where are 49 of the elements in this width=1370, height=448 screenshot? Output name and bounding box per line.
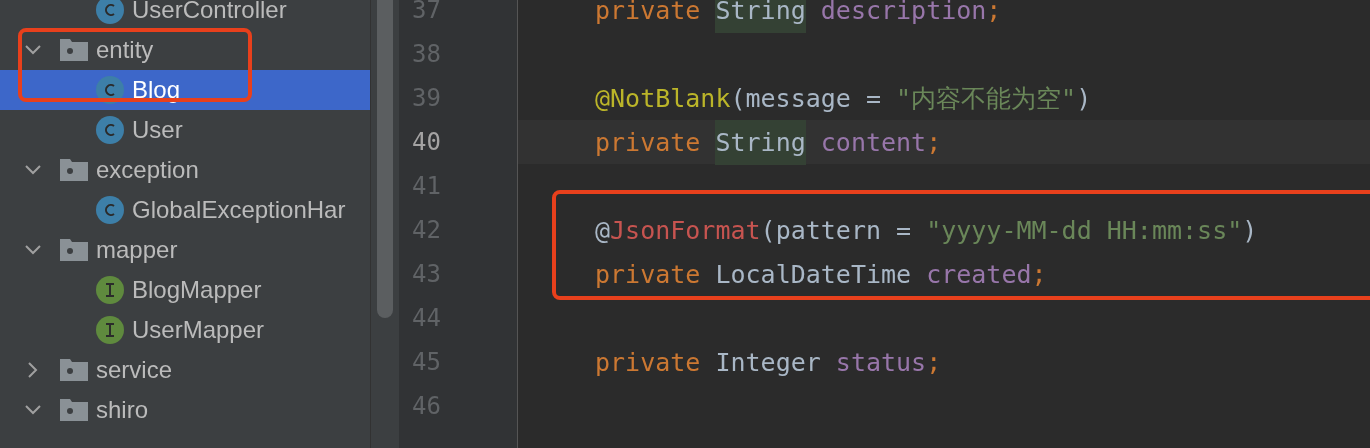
- field-token: created: [926, 259, 1032, 289]
- class-icon: [96, 0, 124, 24]
- folder-icon: [60, 399, 88, 421]
- tree-folder[interactable]: exception: [0, 150, 370, 190]
- code-token: Integer: [715, 347, 822, 377]
- tree-item[interactable]: GlobalExceptionHar: [0, 190, 370, 230]
- code-token: ): [1242, 215, 1258, 245]
- annotation-token: @NotBlank: [595, 83, 731, 113]
- string-token: "yyyy-MM-dd HH:mm:ss": [926, 215, 1243, 245]
- annotation-token: JsonFormat: [610, 215, 761, 245]
- keyword-token: private: [595, 347, 702, 377]
- keyword-token: ;: [926, 127, 942, 157]
- field-token: content: [819, 127, 927, 157]
- type-token: String: [715, 0, 806, 33]
- code-token: (message =: [730, 83, 882, 113]
- class-icon: [96, 196, 124, 224]
- folder-icon: [60, 239, 88, 261]
- field-token: description: [819, 0, 987, 25]
- interface-icon: [96, 276, 124, 304]
- tree-folder[interactable]: shiro: [0, 390, 370, 430]
- interface-icon: [96, 316, 124, 344]
- tree-item[interactable]: User: [0, 110, 370, 150]
- folder-icon: [60, 39, 88, 61]
- tree-folder[interactable]: mapper: [0, 230, 370, 270]
- keyword-token: ;: [926, 347, 942, 377]
- string-token: "内容不能为空": [896, 82, 1077, 115]
- tree-item[interactable]: UserController: [0, 0, 370, 30]
- class-icon: [96, 76, 124, 104]
- tree-item[interactable]: UserMapper: [0, 310, 370, 350]
- folder-icon: [60, 359, 88, 381]
- tree-item[interactable]: Blog: [0, 70, 370, 110]
- code-token: LocalDateTime: [715, 259, 913, 289]
- line-number: 40: [411, 127, 442, 158]
- keyword-token: private: [595, 127, 702, 157]
- code-token: @: [595, 215, 611, 245]
- type-token: String: [715, 119, 806, 165]
- folder-icon: [60, 159, 88, 181]
- code-token: (pattern =: [760, 215, 913, 245]
- tree-folder[interactable]: service: [0, 350, 370, 390]
- field-token: status: [835, 347, 927, 377]
- scrollbar[interactable]: [370, 0, 399, 448]
- tree-folder[interactable]: entity: [0, 30, 370, 70]
- tree-item[interactable]: BlogMapper: [0, 270, 370, 310]
- keyword-token: ;: [1031, 259, 1047, 289]
- class-icon: [96, 116, 124, 144]
- keyword-token: private: [595, 0, 702, 25]
- keyword-token: ;: [986, 0, 1002, 25]
- code-token: ): [1076, 83, 1092, 113]
- keyword-token: private: [595, 259, 702, 289]
